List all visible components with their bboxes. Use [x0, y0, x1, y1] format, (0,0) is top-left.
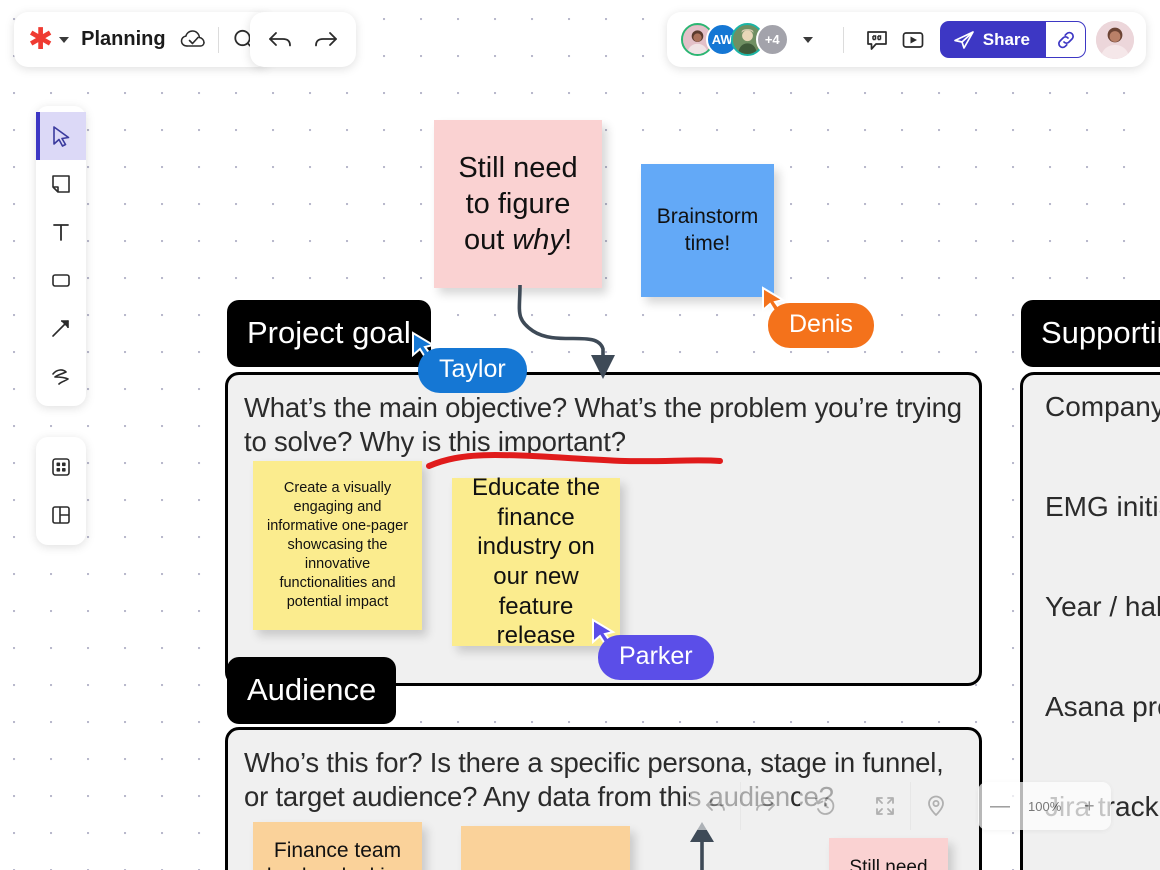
present-button[interactable] — [900, 27, 926, 53]
connector-tool[interactable] — [36, 304, 86, 352]
undo-arrow-icon — [706, 799, 725, 811]
share-button-label: Share — [982, 29, 1030, 49]
sticky-still-need-why-text: Still need to figure out why! — [458, 151, 578, 257]
apps-tool[interactable] — [36, 443, 86, 491]
sticky-brainstorm-time[interactable]: Brainstorm time! — [641, 164, 774, 297]
tool-rail-secondary — [36, 437, 86, 545]
sticky-finance-team-text: Finance team leaders looking — [267, 839, 408, 870]
undo-redo-toolbar — [250, 12, 356, 67]
red-underline-annotation — [426, 451, 723, 469]
avatar-group[interactable]: AW +4 — [680, 23, 789, 56]
section-label-supporting[interactable]: Supporting — [1021, 300, 1160, 367]
send-plane-icon — [953, 30, 974, 49]
location-pin-icon — [927, 795, 944, 816]
comment-button[interactable] — [864, 27, 890, 53]
scribble-pen-icon — [52, 369, 69, 385]
bottom-redo-button[interactable] — [740, 782, 790, 830]
templates-tool[interactable] — [36, 491, 86, 539]
undo-arrow-icon — [269, 31, 291, 46]
link-chain-icon — [1057, 31, 1074, 48]
supporting-item-0: Company — [1045, 391, 1160, 422]
cursor-denis-label: Denis — [768, 303, 874, 348]
bottom-locate-button[interactable] — [910, 782, 960, 830]
undo-redo-group — [690, 782, 790, 830]
history-clock-icon — [815, 797, 835, 815]
supporting-item-1: EMG initia — [1045, 491, 1160, 522]
template-layout-icon — [52, 506, 70, 524]
present-play-icon — [902, 31, 924, 48]
apps-grid-icon — [52, 458, 70, 476]
fit-to-screen-icon — [876, 797, 894, 815]
zoom-level-label[interactable]: 100% — [1022, 799, 1067, 814]
zoom-in-label: + — [1083, 796, 1095, 816]
zoom-out-button[interactable]: — — [978, 782, 1022, 830]
toolbar-divider — [217, 26, 219, 53]
current-user-avatar[interactable] — [1096, 20, 1134, 59]
text-T-icon — [53, 224, 69, 241]
view-group — [860, 782, 960, 830]
avatar-overflow[interactable]: +4 — [755, 23, 789, 56]
sticky-educate-finance-text: Educate the finance industry on our new … — [471, 474, 601, 650]
sticky-note-icon — [52, 175, 70, 193]
sticky-still-need-to-text: Still need to — [849, 857, 928, 870]
text-tool[interactable] — [36, 208, 86, 256]
card-project-goal-question: What’s the main objective? What’s the pr… — [244, 392, 962, 457]
chevron-down-icon[interactable] — [802, 36, 813, 43]
sticky-brainstorm-time-text: Brainstorm time! — [656, 205, 759, 255]
avatar-overflow-label: +4 — [764, 32, 780, 47]
bottom-history-button[interactable] — [800, 782, 850, 830]
section-label-project-goal[interactable]: Project goal — [227, 300, 431, 367]
bottom-toolbar — [690, 782, 960, 830]
sticky-create-onepager-text: Create a visually engaging and informati… — [266, 479, 409, 611]
arrow-line-icon — [52, 320, 69, 337]
supporting-item-2: Year / hal — [1045, 591, 1160, 622]
redo-arrow-icon — [755, 799, 775, 811]
asterisk-logo-icon[interactable]: ✱ — [28, 24, 53, 55]
board-toolbar: ✱ Planning — [14, 12, 271, 67]
sticky-note-tool[interactable] — [36, 160, 86, 208]
collaboration-toolbar: AW +4 Share — [666, 12, 1146, 67]
zoom-controls: — 100% + — [978, 782, 1112, 830]
bottom-fit-screen-button[interactable] — [860, 782, 910, 830]
copy-link-button[interactable] — [1046, 21, 1086, 58]
cursor-parker-label: Parker — [598, 635, 714, 680]
bottom-undo-button[interactable] — [690, 782, 740, 830]
rectangle-icon — [52, 274, 70, 287]
tool-rail — [36, 106, 86, 406]
sticky-still-need-why[interactable]: Still need to figure out why! — [434, 120, 602, 288]
shape-tool[interactable] — [36, 256, 86, 304]
sticky-finance-team[interactable]: Finance team leaders looking — [253, 822, 422, 870]
sticky-still-need-to[interactable]: Still need to — [829, 838, 948, 870]
chevron-down-icon[interactable] — [59, 36, 70, 43]
supporting-item-3: Asana pro — [1045, 691, 1160, 722]
history-group — [800, 782, 850, 830]
section-label-audience[interactable]: Audience — [227, 657, 397, 724]
undo-button[interactable] — [266, 28, 294, 52]
share-button[interactable]: Share — [939, 21, 1046, 58]
board-canvas[interactable]: What’s the main objective? What’s the pr… — [0, 0, 1160, 870]
avatar-aw-initials: AW — [711, 32, 733, 47]
redo-button[interactable] — [312, 28, 340, 52]
zoom-in-button[interactable]: + — [1067, 782, 1111, 830]
toolbar-divider — [842, 26, 844, 53]
sticky-create-onepager[interactable]: Create a visually engaging and informati… — [253, 461, 422, 630]
board-title[interactable]: Planning — [81, 28, 165, 51]
select-tool[interactable] — [36, 112, 86, 160]
cursor-taylor-label: Taylor — [418, 348, 527, 393]
redo-arrow-icon — [315, 31, 337, 46]
sticky-orange-blank[interactable] — [461, 826, 630, 870]
pen-tool[interactable] — [36, 352, 86, 400]
cursor-arrow-icon — [53, 126, 70, 147]
cloud-check-icon[interactable] — [180, 29, 206, 51]
comment-quote-icon — [866, 30, 887, 50]
zoom-out-label: — — [990, 795, 1010, 817]
miro-board-app: What’s the main objective? What’s the pr… — [0, 0, 1160, 870]
